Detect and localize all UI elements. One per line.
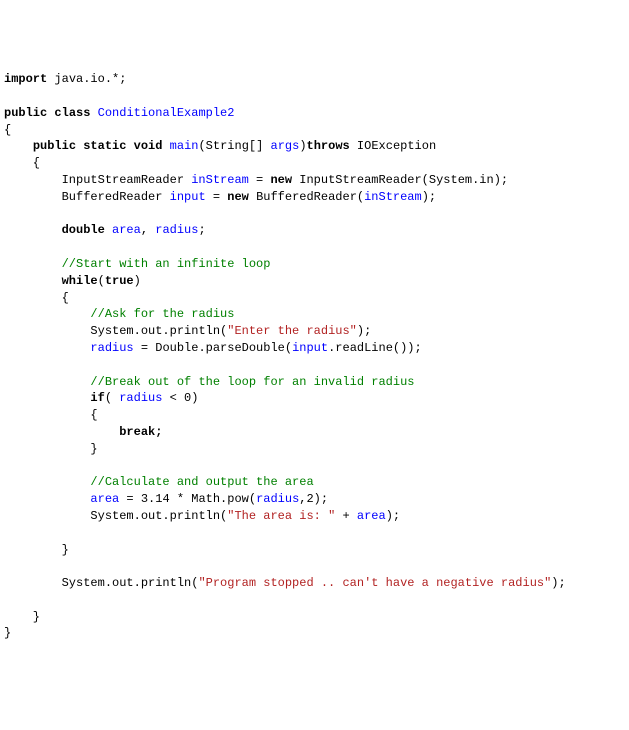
radius-pow: radius (256, 492, 299, 506)
radius-assign: = Double.parseDouble( (134, 341, 292, 355)
area-calc2: ,2); (299, 492, 328, 506)
readline: .readLine()); (328, 341, 422, 355)
area-out: area (357, 509, 386, 523)
plus-area: + (335, 509, 357, 523)
str-stopped: "Program stopped .. can't have a negativ… (198, 576, 551, 590)
params-open: (String[] (198, 139, 270, 153)
input-var: input (170, 190, 206, 204)
kw-new2: new (227, 190, 249, 204)
isr-ctor: InputStreamReader(System.in); (292, 173, 508, 187)
sysout2: System.out.println( (90, 509, 227, 523)
semi1: ; (198, 223, 205, 237)
paren-open1: ( (98, 274, 105, 288)
comment-break: //Break out of the loop for an invalid r… (90, 375, 414, 389)
close3: ); (551, 576, 565, 590)
str-enter: "Enter the radius" (227, 324, 357, 338)
main-method: main (170, 139, 199, 153)
kw-public2: public (33, 139, 76, 153)
radius-cond: radius (119, 391, 162, 405)
paren-close1: ) (134, 274, 141, 288)
close2: ); (386, 509, 400, 523)
import-pkg: java.io.*; (47, 72, 126, 86)
input-ref: input (292, 341, 328, 355)
isr-decl: InputStreamReader (62, 173, 192, 187)
instream-var: inStream (191, 173, 249, 187)
instream-ref: inStream (364, 190, 422, 204)
radius-assign-var: radius (90, 341, 133, 355)
kw-new1: new (270, 173, 292, 187)
eq2: = (206, 190, 228, 204)
args-param: args (271, 139, 300, 153)
area-var: area (112, 223, 141, 237)
kw-import: import (4, 72, 47, 86)
br-ctor: BufferedReader( (249, 190, 364, 204)
kw-true: true (105, 274, 134, 288)
kw-throws: throws (307, 139, 350, 153)
kw-double: double (62, 223, 105, 237)
kw-break: break; (119, 425, 162, 439)
sysout3: System.out.println( (62, 576, 199, 590)
kw-while: while (62, 274, 98, 288)
kw-public: public (4, 106, 47, 120)
br-ctor2: ); (422, 190, 436, 204)
sysout1: System.out.println( (90, 324, 227, 338)
code-block: import java.io.*; public class Condition… (4, 71, 625, 642)
kw-void: void (134, 139, 163, 153)
str-area: "The area is: " (227, 509, 335, 523)
kw-class: class (54, 106, 90, 120)
close1: ); (357, 324, 371, 338)
br-decl: BufferedReader (62, 190, 170, 204)
comma: , (141, 223, 155, 237)
if-open: ( (105, 391, 119, 405)
area-calc: = 3.14 * Math.pow( (119, 492, 256, 506)
kw-static: static (83, 139, 126, 153)
class-name: ConditionalExample2 (98, 106, 235, 120)
comment-loop: //Start with an infinite loop (62, 257, 271, 271)
radius-var: radius (155, 223, 198, 237)
params-close: ) (299, 139, 306, 153)
ioexception: IOException (350, 139, 436, 153)
if-close: < 0) (162, 391, 198, 405)
area-assign: area (90, 492, 119, 506)
comment-ask: //Ask for the radius (90, 307, 234, 321)
eq1: = (249, 173, 271, 187)
kw-if: if (90, 391, 104, 405)
comment-calc: //Calculate and output the area (90, 475, 313, 489)
